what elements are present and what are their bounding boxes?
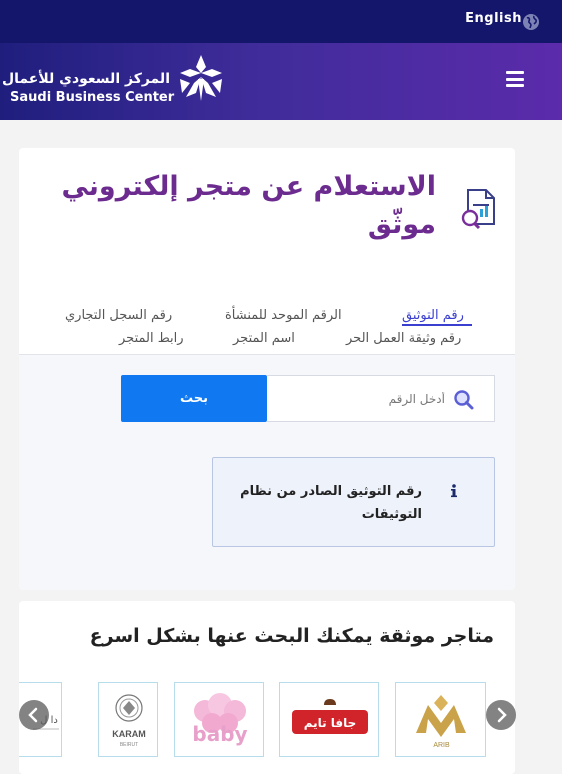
search-button[interactable]: بحث — [121, 375, 267, 422]
carousel-prev-button[interactable] — [19, 700, 49, 730]
document-search-icon — [461, 189, 495, 230]
menu-hamburger-icon[interactable] — [506, 71, 524, 87]
sbc-logo-icon[interactable] — [172, 49, 230, 107]
store-logo-karam[interactable]: KARAM BEIRUT — [98, 682, 158, 757]
logo-english-text[interactable]: Saudi Business Center — [10, 90, 174, 105]
search-field[interactable] — [267, 375, 495, 422]
store-logo-karam-text: KARAM — [112, 729, 146, 739]
store-logo-arib[interactable]: ARIB — [395, 682, 486, 757]
store-logo-karam-subtext: BEIRUT — [120, 742, 138, 748]
search-icon — [454, 390, 474, 410]
chevron-left-icon — [28, 707, 38, 723]
inquiry-card: الاستعلام عن متجر إلكتروني موثّق رقم الت… — [19, 148, 515, 590]
section-title: متاجر موثقة يمكنك البحث عنها بشكل اسرع — [89, 625, 494, 647]
tab-store-link[interactable]: رابط المتجر — [119, 331, 184, 346]
store-logo-jafa-time[interactable]: جافا تايم — [279, 682, 379, 757]
chevron-right-icon — [497, 707, 507, 723]
top-bar: English — [0, 0, 562, 43]
active-tab-indicator — [402, 324, 472, 326]
store-logo-baby[interactable]: baby — [174, 682, 264, 757]
tab-verification-number[interactable]: رقم التوثيق — [402, 308, 464, 323]
logo-arabic-text[interactable]: المركز السعودي للأعمال — [2, 71, 170, 87]
info-text: رقم التوثيق الصادر من نظام التوثيقات — [240, 484, 422, 522]
page-title: الاستعلام عن متجر إلكتروني موثّق — [61, 171, 436, 240]
verified-stores-card: متاجر موثقة يمكنك البحث عنها بشكل اسرع A… — [19, 601, 515, 774]
info-icon — [451, 484, 457, 498]
language-switch-link[interactable]: English — [465, 11, 522, 26]
site-header: المركز السعودي للأعمال Saudi Business Ce… — [0, 43, 562, 120]
store-logo-arib-text: ARIB — [433, 742, 450, 749]
info-box: رقم التوثيق الصادر من نظام التوثيقات — [212, 457, 495, 547]
tab-store-name[interactable]: اسم المتجر — [233, 331, 295, 346]
store-logo-jafa-text: جافا تايم — [304, 716, 357, 730]
search-input[interactable] — [277, 388, 445, 410]
store-logo-baby-text: baby — [192, 722, 247, 746]
globe-icon[interactable] — [522, 13, 540, 31]
tab-unified-number[interactable]: الرقم الموحد للمنشأة — [225, 308, 342, 323]
tab-commercial-register[interactable]: رقم السجل التجاري — [65, 308, 172, 323]
carousel-next-button[interactable] — [486, 700, 516, 730]
tab-freelance-document[interactable]: رقم وثيقة العمل الحر — [346, 331, 461, 346]
